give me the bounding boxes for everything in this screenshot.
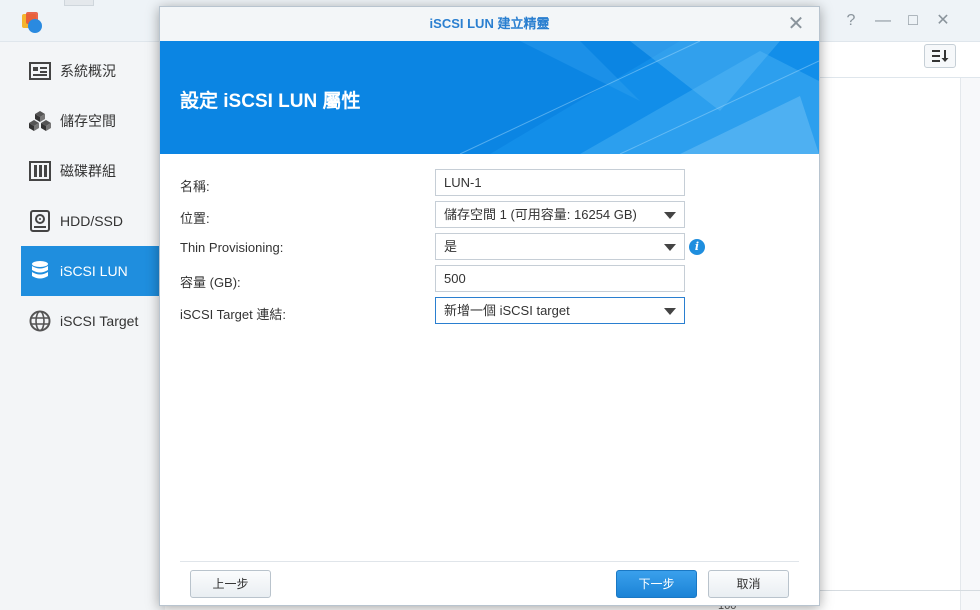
maximize-icon[interactable]: □ (904, 12, 922, 30)
chevron-down-icon (664, 212, 676, 219)
sidebar-item-disk-group[interactable]: 磁碟群組 (21, 146, 161, 196)
location-label: 位置: (180, 211, 210, 226)
capacity-field[interactable]: 500 (435, 265, 685, 292)
scrollbar-track[interactable] (960, 78, 980, 610)
sidebar-item-iscsi-lun[interactable]: iSCSI LUN (21, 246, 161, 296)
iscsi-target-mapping-select[interactable]: 新增一個 iSCSI target (435, 297, 685, 324)
back-button[interactable]: 上一步 (190, 570, 271, 598)
thin-provisioning-value: 是 (444, 239, 458, 254)
name-field[interactable]: LUN-1 (435, 169, 685, 196)
sidebar-item-overview[interactable]: 系統概況 (21, 46, 161, 96)
database-icon (29, 260, 51, 282)
sidebar-item-label: iSCSI Target (60, 313, 139, 329)
location-select-value: 儲存空間 1 (可用容量: 16254 GB) (444, 207, 637, 222)
close-icon[interactable]: ✕ (787, 14, 805, 34)
sort-button[interactable] (924, 44, 956, 68)
storage-manager-logo-icon (22, 12, 42, 33)
name-field-value: LUN-1 (444, 175, 482, 190)
wizard-step-heading: 設定 iSCSI LUN 屬性 (180, 91, 361, 112)
capacity-field-value: 500 (444, 271, 466, 286)
sidebar-item-label: 系統概況 (60, 63, 116, 79)
help-icon[interactable]: ? (842, 12, 860, 30)
iscsi-target-mapping-label: iSCSI Target 連結: (180, 307, 286, 322)
footer-divider (180, 561, 799, 562)
sort-icon (932, 50, 949, 62)
close-window-icon[interactable]: ✕ (934, 12, 952, 30)
sidebar-item-storage-pool[interactable]: 儲存空間 (21, 96, 161, 146)
iscsi-lun-wizard-dialog: iSCSI LUN 建立精靈 ✕ 設定 iSCSI LUN 屬性 名稱: LUN… (159, 6, 820, 606)
sidebar-item-label: 磁碟群組 (60, 163, 116, 179)
sidebar-item-iscsi-target[interactable]: iSCSI Target (21, 296, 161, 346)
overview-icon (29, 60, 51, 82)
thin-provisioning-select[interactable]: 是 (435, 233, 685, 260)
cubes-icon (29, 110, 51, 132)
next-button[interactable]: 下一步 (616, 570, 697, 598)
sidebar-item-label: 儲存空間 (60, 113, 116, 129)
sidebar-item-label: iSCSI LUN (60, 263, 128, 279)
name-label: 名稱: (180, 179, 210, 194)
dialog-title: iSCSI LUN 建立精靈 (429, 16, 550, 31)
sidebar-item-label: HDD/SSD (60, 213, 124, 229)
iscsi-target-mapping-value: 新增一個 iSCSI target (444, 303, 570, 318)
thin-provisioning-label: Thin Provisioning: (180, 240, 284, 255)
info-icon[interactable]: i (689, 239, 705, 255)
globe-icon (29, 310, 51, 332)
right-toolbar (820, 42, 980, 78)
hdd-icon (29, 210, 51, 232)
cancel-button[interactable]: 取消 (708, 570, 789, 598)
app-tab-stub (64, 0, 94, 6)
chevron-down-icon (664, 244, 676, 251)
disk-group-icon (29, 160, 51, 182)
dialog-titlebar: iSCSI LUN 建立精靈 ✕ (160, 7, 819, 41)
minimize-icon[interactable]: — (874, 12, 892, 30)
location-select[interactable]: 儲存空間 1 (可用容量: 16254 GB) (435, 201, 685, 228)
dialog-banner: 設定 iSCSI LUN 屬性 (160, 41, 819, 154)
capacity-label: 容量 (GB): (180, 275, 241, 290)
sidebar-item-hdd-ssd[interactable]: HDD/SSD (21, 196, 161, 246)
chevron-down-icon (664, 308, 676, 315)
